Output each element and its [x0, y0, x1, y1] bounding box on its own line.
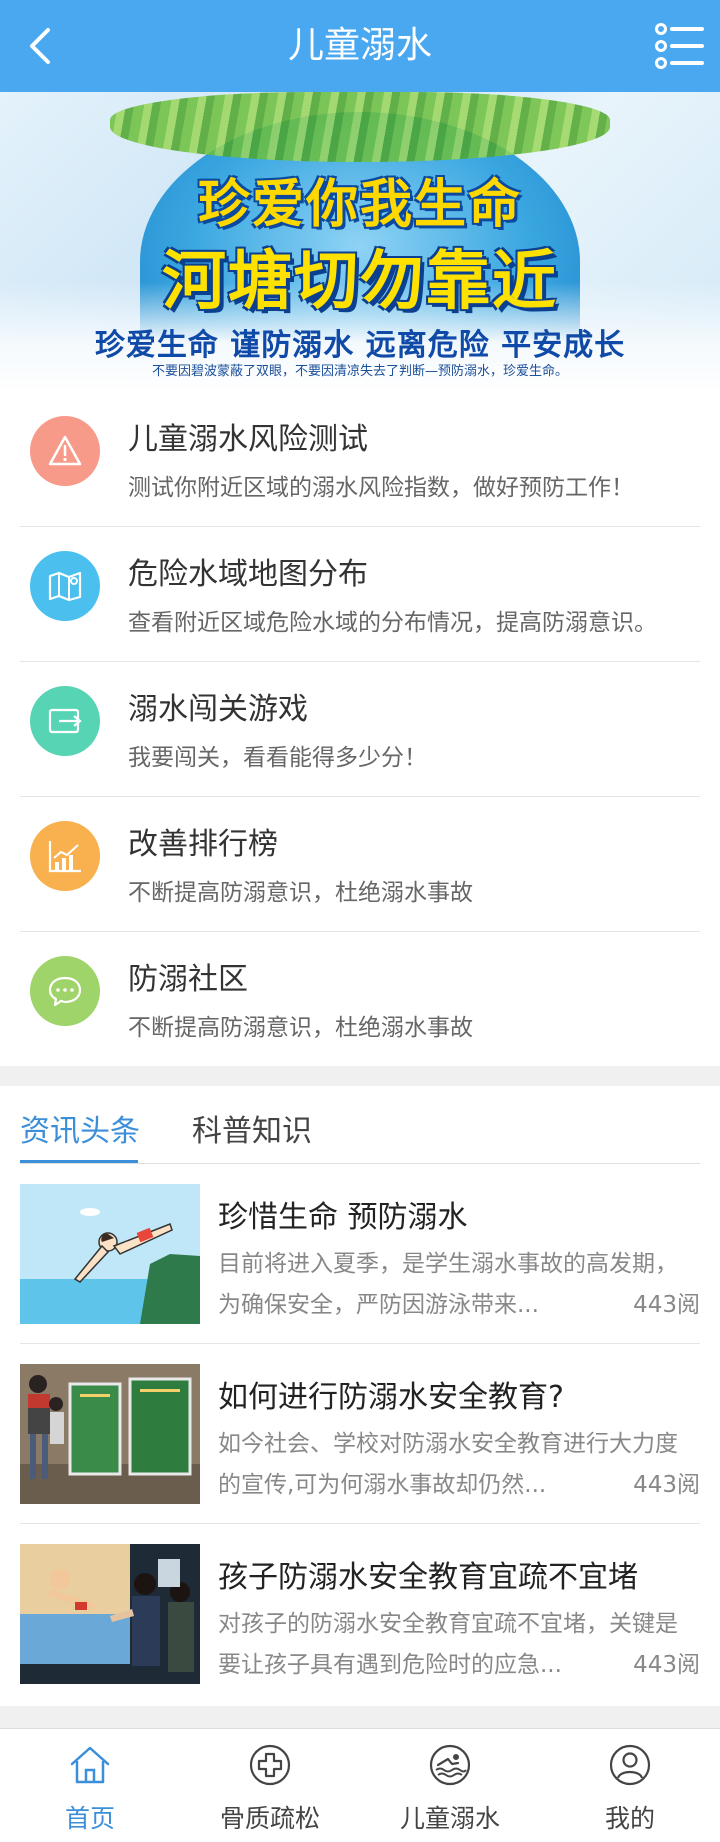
feature-desc: 我要闯关，看看能得多少分！ [128, 745, 427, 771]
list-menu-icon[interactable] [654, 20, 706, 72]
news-thumbnail [20, 1544, 200, 1684]
feature-ranking[interactable]: 改善排行榜 不断提高防溺意识，杜绝溺水事故 [20, 797, 700, 932]
news-desc: 如今社会、学校对防溺水安全教育进行大力度 的宣传,可为何溺水事故却仍然... [218, 1431, 678, 1498]
feature-danger-map[interactable]: 危险水域地图分布 查看附近区域危险水域的分布情况，提高防溺意识。 [20, 527, 700, 662]
bottom-tab-bar: 首页 骨质疏松 儿童溺水 我的 [0, 1728, 720, 1842]
map-icon [30, 551, 100, 621]
banner-headline-2: 河塘切勿靠近 [162, 245, 558, 319]
top-header: 儿童溺水 [0, 0, 720, 92]
banner-grass-graphic [110, 92, 610, 162]
user-icon [609, 1744, 651, 1786]
page-title: 儿童溺水 [287, 25, 432, 66]
read-count: 443阅 [633, 1292, 700, 1318]
tab-headlines[interactable]: 资讯头条 [20, 1106, 140, 1150]
news-title: 如何进行防溺水安全教育? [218, 1380, 564, 1415]
feature-risk-test[interactable]: 儿童溺水风险测试 测试你附近区域的溺水风险指数，做好预防工作！ [20, 392, 700, 527]
chart-icon [30, 821, 100, 891]
tab-osteoporosis[interactable]: 骨质疏松 [180, 1729, 360, 1842]
feature-title: 儿童溺水风险测试 [128, 422, 368, 457]
news-item[interactable]: 孩子防溺水安全教育宜疏不宜堵 对孩子的防溺水安全教育宜疏不宜堵，关键是 要让孩子… [20, 1524, 700, 1704]
banner-caption: 不要因碧波蒙蔽了双眼，不要因清凉失去了判断—预防溺水，珍爱生命。 [151, 364, 568, 379]
feature-desc: 查看附近区域危险水域的分布情况，提高防溺意识。 [128, 610, 657, 636]
news-tabs: 资讯头条 科普知识 [20, 1086, 700, 1164]
feature-desc: 测试你附近区域的溺水风险指数，做好预防工作！ [128, 475, 634, 501]
news-title: 孩子防溺水安全教育宜疏不宜堵 [218, 1560, 638, 1595]
promo-banner[interactable]: 珍爱你我生命 河塘切勿靠近 珍爱生命 谨防溺水 远离危险 平安成长 不要因碧波蒙… [0, 92, 720, 392]
tab-label: 骨质疏松 [219, 1804, 320, 1833]
feature-community[interactable]: 防溺社区 不断提高防溺意识，杜绝溺水事故 [20, 932, 700, 1067]
medical-cross-icon [249, 1744, 291, 1786]
swimmer-icon [429, 1744, 471, 1786]
feature-game[interactable]: 溺水闯关游戏 我要闯关，看看能得多少分！ [20, 662, 700, 797]
feature-title: 溺水闯关游戏 [128, 692, 308, 727]
news-desc: 目前将进入夏季，是学生溺水事故的高发期， 为确保安全，严防因游泳带来... [218, 1251, 678, 1318]
banner-slogan: 珍爱生命 谨防溺水 远离危险 平安成长 [94, 328, 626, 363]
feature-title: 防溺社区 [128, 962, 248, 997]
news-thumbnail [20, 1364, 200, 1504]
news-title: 珍惜生命 预防溺水 [218, 1200, 468, 1235]
read-count: 443阅 [633, 1472, 700, 1498]
feature-desc: 不断提高防溺意识，杜绝溺水事故 [128, 880, 473, 906]
news-desc: 对孩子的防溺水安全教育宜疏不宜堵，关键是 要让孩子具有遇到危险时的应急... [218, 1611, 678, 1678]
feature-title: 危险水域地图分布 [128, 557, 368, 592]
home-icon [70, 1746, 110, 1784]
tab-label: 首页 [64, 1804, 115, 1833]
warning-icon [30, 416, 100, 486]
tab-home[interactable]: 首页 [0, 1729, 180, 1842]
news-thumbnail [20, 1184, 200, 1324]
tab-knowledge[interactable]: 科普知识 [192, 1106, 312, 1150]
feature-desc: 不断提高防溺意识，杜绝溺水事故 [128, 1015, 473, 1041]
exit-icon [30, 686, 100, 756]
banner-headline-1: 珍爱你我生命 [197, 175, 522, 235]
tab-mine[interactable]: 我的 [540, 1729, 720, 1842]
read-count: 443阅 [633, 1652, 700, 1678]
tab-label: 我的 [604, 1804, 655, 1833]
news-item[interactable]: 如何进行防溺水安全教育? 如今社会、学校对防溺水安全教育进行大力度 的宣传,可为… [20, 1344, 700, 1524]
feature-list: 儿童溺水风险测试 测试你附近区域的溺水风险指数，做好预防工作！ 危险水域地图分布… [0, 392, 720, 1066]
news-item[interactable]: 珍惜生命 预防溺水 目前将进入夏季，是学生溺水事故的高发期， 为确保安全，严防因… [20, 1164, 700, 1344]
feature-title: 改善排行榜 [128, 827, 278, 862]
tab-drowning[interactable]: 儿童溺水 [360, 1729, 540, 1842]
active-tab-indicator [20, 1160, 138, 1163]
chat-icon [30, 956, 100, 1026]
news-section: 资讯头条 科普知识 珍惜生命 预防溺水 目前将进入夏季，是学生溺水事故的高发期， [0, 1086, 720, 1706]
tab-label: 儿童溺水 [399, 1804, 500, 1833]
